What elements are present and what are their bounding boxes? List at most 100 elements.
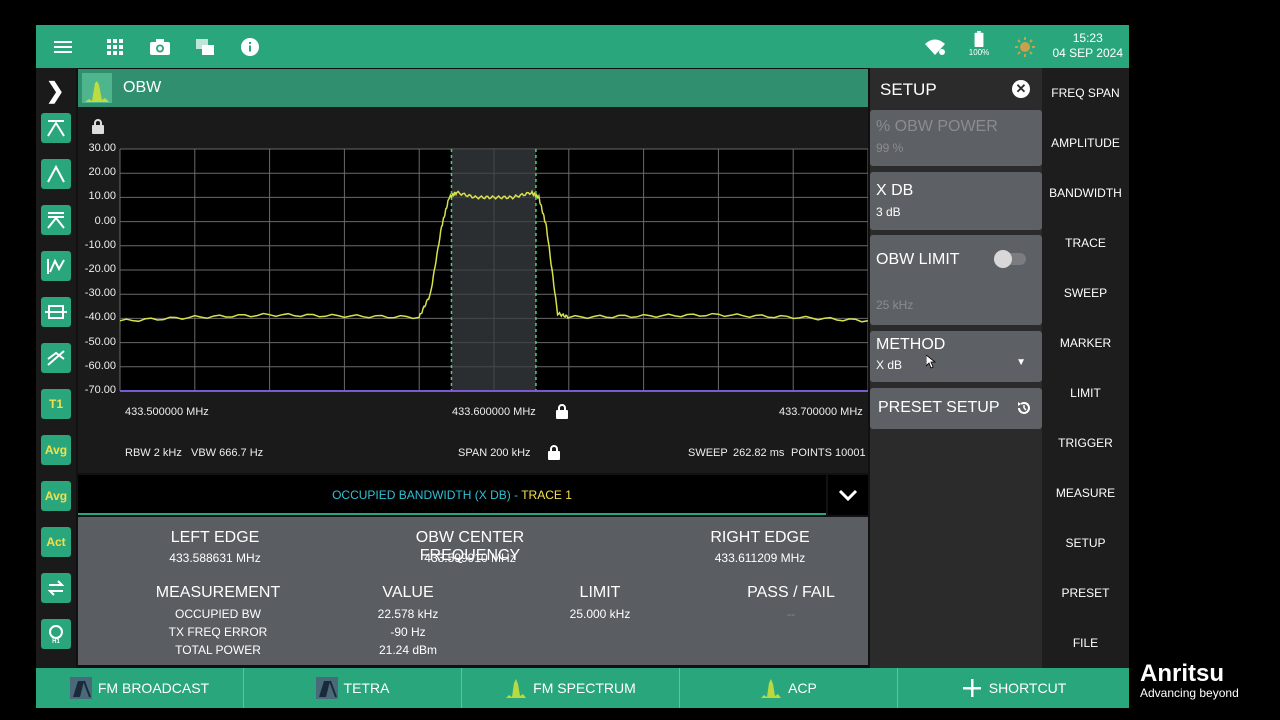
left-toolbar: ❯ T1 Avg Avg Act H1 xyxy=(36,68,76,668)
main-menu: FREQ SPAN AMPLITUDE BANDWIDTH TRACE SWEE… xyxy=(1042,68,1129,668)
y-tick-label: 30.00 xyxy=(88,142,116,154)
shortcut-acp[interactable]: ACP xyxy=(680,668,898,708)
obw-power-button[interactable]: % OBW POWER 99 % xyxy=(870,110,1042,166)
windows-icon[interactable] xyxy=(192,34,218,60)
obw-limit-toggle[interactable] xyxy=(994,250,1026,268)
left-edge-value: 433.588631 MHz xyxy=(169,551,261,565)
points-readout[interactable]: POINTS 10001 xyxy=(791,447,866,459)
row-name: TX FREQ ERROR xyxy=(168,625,268,639)
svg-text:H1: H1 xyxy=(52,639,60,644)
lock-icon[interactable] xyxy=(92,119,104,139)
trace-t1[interactable]: T1 xyxy=(41,389,71,419)
menu-trigger[interactable]: TRIGGER xyxy=(1042,436,1129,450)
max-hold-icon[interactable] xyxy=(41,205,71,235)
spectrum-chart xyxy=(119,148,868,392)
camera-icon[interactable] xyxy=(147,34,173,60)
method-value: X dB xyxy=(876,358,903,372)
obw-results-bar[interactable]: OCCUPIED BANDWIDTH (X DB) - TRACE 1 xyxy=(78,475,826,515)
obw-power-label: % OBW POWER xyxy=(876,118,998,135)
menu-marker[interactable]: MARKER xyxy=(1042,336,1129,350)
acp-spectrum-icon xyxy=(761,679,782,698)
shortcut-fm-spectrum[interactable]: FM SPECTRUM xyxy=(462,668,680,708)
menu-measure[interactable]: MEASURE xyxy=(1042,486,1129,500)
x-axis-center: 433.600000 MHz xyxy=(452,406,536,418)
marker-off-icon[interactable] xyxy=(41,343,71,373)
row-value: 22.578 kHz xyxy=(377,607,439,621)
shortcut-label: FM SPECTRUM xyxy=(533,680,636,696)
vbw-readout[interactable]: VBW 666.7 Hz xyxy=(191,447,263,459)
shortcut-add[interactable]: SHORTCUT xyxy=(898,668,1129,708)
hold-icon[interactable]: H1 xyxy=(41,619,71,649)
row-name: OCCUPIED BW xyxy=(174,607,261,621)
menu-bandwidth[interactable]: BANDWIDTH xyxy=(1042,186,1129,200)
limit-header: LIMIT xyxy=(579,584,621,601)
span-lock-icon[interactable] xyxy=(548,445,560,465)
center-frequency-value: 433.599910 MHz xyxy=(424,551,516,565)
menu-setup[interactable]: SETUP xyxy=(1042,536,1129,550)
y-tick-label: -50.00 xyxy=(84,335,116,348)
tetra-icon xyxy=(315,677,338,699)
y-tick-label: 0.00 xyxy=(94,214,116,227)
obw-power-value: 99 % xyxy=(876,141,904,155)
collapse-chevron-icon[interactable] xyxy=(828,475,868,515)
peak-icon[interactable] xyxy=(41,159,71,189)
center-lock-icon[interactable] xyxy=(556,404,568,424)
trace-avg-1[interactable]: Avg xyxy=(41,435,71,465)
menu-sweep[interactable]: SWEEP xyxy=(1042,286,1129,300)
menu-file[interactable]: FILE xyxy=(1042,636,1129,650)
shortcut-label: FM BROADCAST xyxy=(97,680,210,696)
right-edge-value: 433.611209 MHz xyxy=(714,551,806,565)
row-value: -90 Hz xyxy=(390,625,426,639)
measurement-header: OBW xyxy=(78,69,868,107)
rbw-readout[interactable]: RBW 2 kHz xyxy=(125,447,182,459)
obw-limit-button[interactable]: OBW LIMIT 25 kHz xyxy=(870,235,1042,325)
y-tick-label: -40.00 xyxy=(84,311,116,324)
obw-bar-trace: TRACE 1 xyxy=(521,488,572,502)
value-header: VALUE xyxy=(382,584,434,601)
brand-tagline: Advancing beyond xyxy=(1140,686,1239,700)
clock-time: 15:23 xyxy=(1072,31,1103,45)
trace-avg-2[interactable]: Avg xyxy=(41,481,71,511)
spectrum-icon xyxy=(82,73,112,103)
menu-freq-span[interactable]: FREQ SPAN xyxy=(1042,86,1129,100)
y-tick-label: -20.00 xyxy=(84,263,116,275)
menu-trace[interactable]: TRACE xyxy=(1042,236,1129,250)
results-table: LEFT EDGE 433.588631 MHz OBW CENTER FREQ… xyxy=(78,517,868,665)
menu-preset[interactable]: PRESET xyxy=(1042,586,1129,600)
method-dropdown[interactable]: METHOD X dB ▼ xyxy=(870,331,1042,382)
info-icon[interactable] xyxy=(237,34,263,60)
span-icon[interactable] xyxy=(41,297,71,327)
spectrum-plot: 30.00 20.00 10.00 0.00 -10.00 -20.00 -30.00 -40… xyxy=(78,107,868,473)
expand-chevron-icon[interactable]: ❯ xyxy=(46,78,64,104)
top-bar: 100% 15:23 04 SEP 2024 xyxy=(36,25,1129,68)
trace-act[interactable]: Act xyxy=(41,527,71,557)
menu-limit[interactable]: LIMIT xyxy=(1042,386,1129,400)
sweep-time[interactable]: 262.82 ms xyxy=(733,447,784,459)
shortcut-tetra[interactable]: TETRA xyxy=(244,668,462,708)
obw-bar-label: OCCUPIED BANDWIDTH (X DB) - xyxy=(332,488,522,502)
x-axis-stop: 433.700000 MHz xyxy=(779,406,863,418)
preset-setup-button[interactable]: PRESET SETUP xyxy=(870,388,1042,429)
shortcut-fm-broadcast[interactable]: FM BROADCAST xyxy=(36,668,244,708)
shortcut-label: SHORTCUT xyxy=(988,680,1067,696)
xdb-button[interactable]: X DB 3 dB xyxy=(870,172,1042,230)
peak-search-icon[interactable] xyxy=(41,113,71,143)
reset-icon xyxy=(1016,400,1032,421)
span-readout[interactable]: SPAN 200 kHz xyxy=(458,447,531,459)
close-icon[interactable]: ✕ xyxy=(1012,80,1030,98)
swap-icon[interactable] xyxy=(41,573,71,603)
marker-to-center-icon[interactable] xyxy=(41,251,71,281)
menu-icon[interactable] xyxy=(50,34,76,60)
sweep-label: SWEEP xyxy=(688,447,728,459)
left-edge-label: LEFT EDGE xyxy=(170,529,260,546)
wifi-icon xyxy=(922,34,948,60)
y-tick-label: -30.00 xyxy=(84,287,116,300)
menu-amplitude[interactable]: AMPLITUDE xyxy=(1042,136,1129,150)
apps-grid-icon[interactable] xyxy=(102,34,128,60)
row-value: 21.24 dBm xyxy=(378,643,438,657)
brand-name: Anritsu xyxy=(1140,660,1224,687)
dropdown-caret-icon: ▼ xyxy=(1016,357,1026,368)
clock-date: 04 SEP 2024 xyxy=(1052,46,1123,60)
y-tick-label: 20.00 xyxy=(88,166,116,179)
row-limit: 25.000 kHz xyxy=(569,607,631,621)
